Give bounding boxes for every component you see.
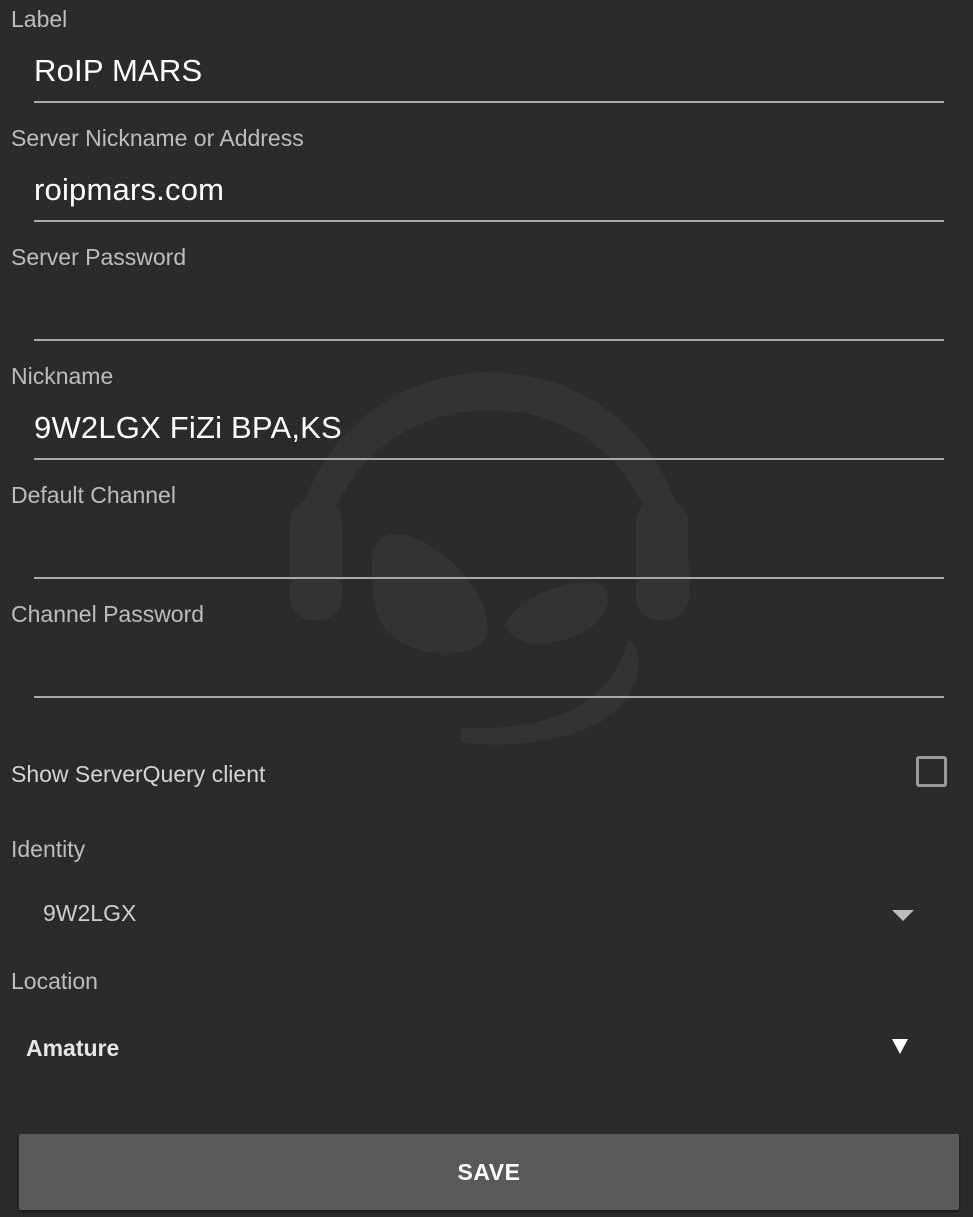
label-field-value: RoIP MARS xyxy=(34,53,203,88)
location-selected-value: Amature xyxy=(26,1035,120,1061)
label-field-label: Label xyxy=(11,6,68,32)
serverquery-label: Show ServerQuery client xyxy=(11,761,266,787)
server-password-underline xyxy=(34,339,944,341)
triangle-down-icon xyxy=(892,910,914,921)
identity-label: Identity xyxy=(11,836,86,862)
label-field-underline xyxy=(34,101,944,103)
location-dropdown[interactable]: Amature xyxy=(0,1018,973,1078)
channel-password-underline xyxy=(34,696,944,698)
label-field[interactable]: RoIP MARS xyxy=(34,43,944,103)
server-address-field[interactable]: roipmars.com xyxy=(34,162,944,222)
save-button[interactable]: SAVE xyxy=(19,1134,959,1210)
server-password-field[interactable] xyxy=(34,281,944,341)
nickname-field[interactable]: 9W2LGX FiZi BPA,KS xyxy=(34,400,944,460)
server-address-label: Server Nickname or Address xyxy=(11,125,304,151)
triangle-down-icon xyxy=(892,1039,908,1054)
identity-dropdown[interactable]: 9W2LGX xyxy=(0,885,973,945)
serverquery-checkbox[interactable] xyxy=(916,756,947,787)
serverquery-row[interactable]: Show ServerQuery client xyxy=(0,748,973,800)
default-channel-field[interactable] xyxy=(34,519,944,579)
location-label: Location xyxy=(11,968,98,994)
default-channel-label: Default Channel xyxy=(11,482,176,508)
server-password-label: Server Password xyxy=(11,244,187,270)
nickname-value: 9W2LGX FiZi BPA,KS xyxy=(34,410,342,445)
server-address-underline xyxy=(34,220,944,222)
channel-password-label: Channel Password xyxy=(11,601,205,627)
nickname-underline xyxy=(34,458,944,460)
default-channel-underline xyxy=(34,577,944,579)
channel-password-field[interactable] xyxy=(34,638,944,698)
identity-selected-value: 9W2LGX xyxy=(43,900,137,926)
server-address-value: roipmars.com xyxy=(34,172,225,207)
nickname-label: Nickname xyxy=(11,363,114,389)
